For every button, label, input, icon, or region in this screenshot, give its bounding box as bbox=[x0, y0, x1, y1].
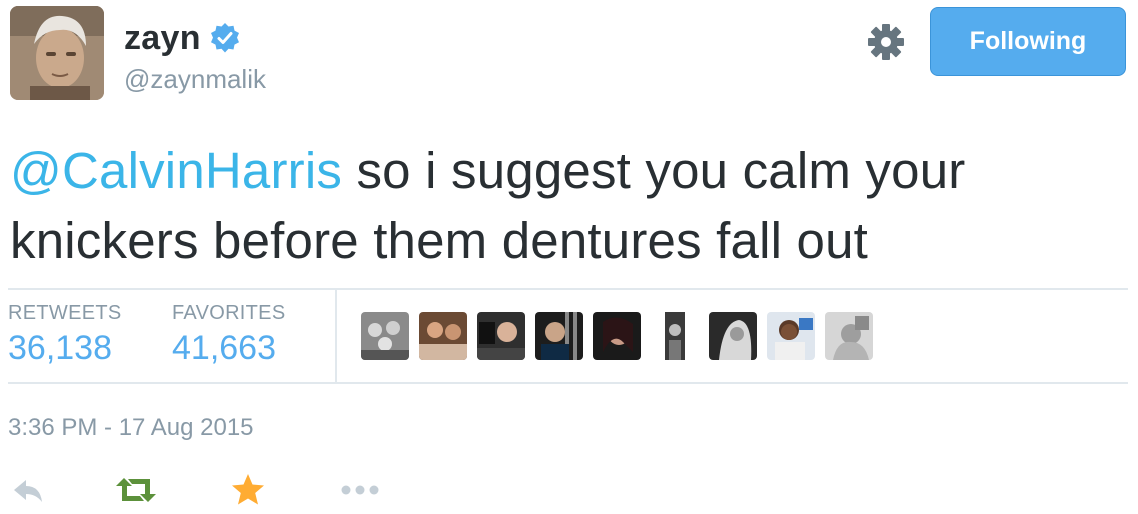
retweet-icon[interactable] bbox=[112, 470, 160, 510]
profile-avatar[interactable] bbox=[10, 6, 104, 100]
retweets-stat[interactable]: RETWEETS 36,138 bbox=[8, 302, 122, 368]
favoriter-avatar[interactable] bbox=[477, 312, 525, 360]
mention-link[interactable]: @CalvinHarris bbox=[10, 142, 342, 199]
favoriter-avatar[interactable] bbox=[825, 312, 873, 360]
favorites-count: 41,663 bbox=[172, 329, 276, 367]
verified-badge-icon bbox=[210, 23, 239, 53]
retweets-label: RETWEETS bbox=[8, 302, 122, 324]
tweet-timestamp[interactable]: 3:36 PM - 17 Aug 2015 bbox=[8, 414, 254, 442]
stats-separator bbox=[335, 290, 337, 382]
tweet-actions bbox=[8, 470, 508, 512]
favoriter-avatar[interactable] bbox=[535, 312, 583, 360]
gear-icon[interactable] bbox=[866, 22, 906, 62]
divider-bottom bbox=[8, 382, 1128, 384]
favoriter-avatar[interactable] bbox=[593, 312, 641, 360]
tweet-text-line2: knickers before them dentures fall out bbox=[10, 212, 869, 269]
favoriter-avatar[interactable] bbox=[709, 312, 757, 360]
favoriter-avatar[interactable] bbox=[651, 312, 699, 360]
name-row: zayn bbox=[124, 18, 241, 58]
favoriter-avatars bbox=[361, 312, 873, 360]
favoriter-avatar[interactable] bbox=[767, 312, 815, 360]
user-handle[interactable]: @zaynmalik bbox=[124, 64, 266, 95]
favorites-stat[interactable]: FAVORITES 41,663 bbox=[172, 302, 285, 368]
tweet-text: @CalvinHarris so i suggest you calm your… bbox=[10, 136, 1130, 276]
retweets-count: 36,138 bbox=[8, 329, 112, 367]
following-button[interactable]: Following bbox=[930, 7, 1126, 76]
favorite-icon[interactable] bbox=[228, 470, 268, 510]
tweet-stats: RETWEETS 36,138 FAVORITES 41,663 bbox=[8, 290, 1128, 382]
more-icon[interactable] bbox=[338, 470, 382, 510]
reply-icon[interactable] bbox=[8, 470, 48, 510]
favoriter-avatar[interactable] bbox=[361, 312, 409, 360]
favorites-label: FAVORITES bbox=[172, 302, 286, 324]
favoriter-avatar[interactable] bbox=[419, 312, 467, 360]
display-name[interactable]: zayn bbox=[124, 19, 201, 58]
tweet-text-line1: so i suggest you calm your bbox=[342, 142, 966, 199]
